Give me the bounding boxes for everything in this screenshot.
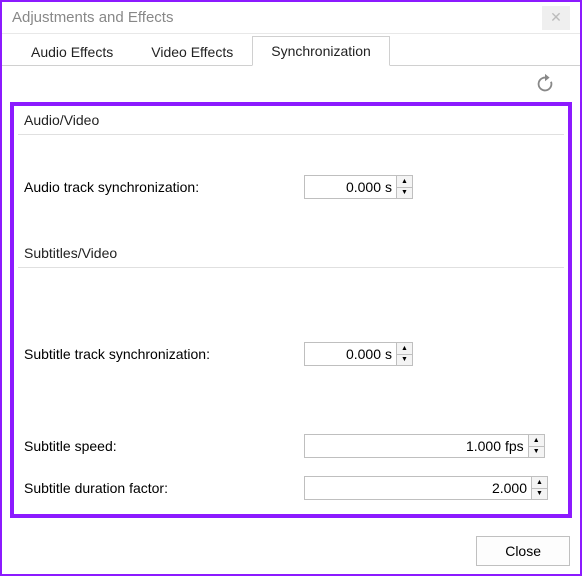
group-subtitles-video: Subtitles/Video [14, 239, 568, 267]
input-subtitle-duration-factor[interactable] [305, 477, 531, 499]
spin-subtitle-duration-factor[interactable]: ▲ ▼ [304, 476, 548, 500]
refresh-icon[interactable] [534, 73, 556, 95]
sync-panel: Audio/Video Audio track synchronization:… [10, 102, 572, 518]
dialog-footer: Close [476, 536, 570, 566]
chevron-down-icon[interactable]: ▼ [532, 489, 547, 500]
chevron-up-icon[interactable]: ▲ [529, 435, 544, 447]
spin-audio-track-sync[interactable]: s ▲ ▼ [304, 175, 413, 199]
chevron-up-icon[interactable]: ▲ [532, 477, 547, 489]
window-close-button[interactable]: ✕ [542, 6, 570, 30]
window-title: Adjustments and Effects [12, 9, 542, 26]
dialog-adjustments-effects: Adjustments and Effects ✕ Audio Effects … [0, 0, 582, 576]
input-audio-track-sync[interactable] [305, 176, 385, 198]
close-button[interactable]: Close [476, 536, 570, 566]
spin-subtitle-speed[interactable]: fps ▲ ▼ [304, 434, 545, 458]
stepper-arrows: ▲ ▼ [396, 343, 412, 365]
tab-video-effects[interactable]: Video Effects [132, 37, 252, 66]
row-subtitle-track-sync: Subtitle track synchronization: s ▲ ▼ [14, 338, 568, 370]
row-subtitle-speed: Subtitle speed: fps ▲ ▼ [14, 430, 568, 462]
chevron-down-icon[interactable]: ▼ [397, 188, 412, 199]
tab-synchronization[interactable]: Synchronization [252, 36, 390, 66]
chevron-up-icon[interactable]: ▲ [397, 343, 412, 355]
titlebar: Adjustments and Effects ✕ [2, 2, 580, 34]
unit-seconds: s [385, 179, 396, 195]
group-audio-video: Audio/Video [14, 106, 568, 134]
stepper-arrows: ▲ ▼ [396, 176, 412, 198]
chevron-down-icon[interactable]: ▼ [397, 355, 412, 366]
row-audio-track-sync: Audio track synchronization: s ▲ ▼ [14, 171, 568, 203]
row-subtitle-duration-factor: Subtitle duration factor: ▲ ▼ [14, 472, 568, 504]
label-subtitle-duration-factor: Subtitle duration factor: [24, 480, 304, 496]
toolbar [2, 66, 580, 102]
label-subtitle-track-sync: Subtitle track synchronization: [24, 346, 304, 362]
unit-seconds: s [385, 346, 396, 362]
stepper-arrows: ▲ ▼ [531, 477, 547, 499]
label-subtitle-speed: Subtitle speed: [24, 438, 304, 454]
tab-audio-effects[interactable]: Audio Effects [12, 37, 132, 66]
chevron-down-icon[interactable]: ▼ [529, 447, 544, 458]
tab-bar: Audio Effects Video Effects Synchronizat… [2, 34, 580, 66]
stepper-arrows: ▲ ▼ [528, 435, 544, 457]
spin-subtitle-track-sync[interactable]: s ▲ ▼ [304, 342, 413, 366]
unit-fps: fps [505, 438, 528, 454]
label-audio-track-sync: Audio track synchronization: [24, 179, 304, 195]
input-subtitle-track-sync[interactable] [305, 343, 385, 365]
close-icon: ✕ [550, 9, 562, 26]
input-subtitle-speed[interactable] [305, 435, 505, 457]
chevron-up-icon[interactable]: ▲ [397, 176, 412, 188]
